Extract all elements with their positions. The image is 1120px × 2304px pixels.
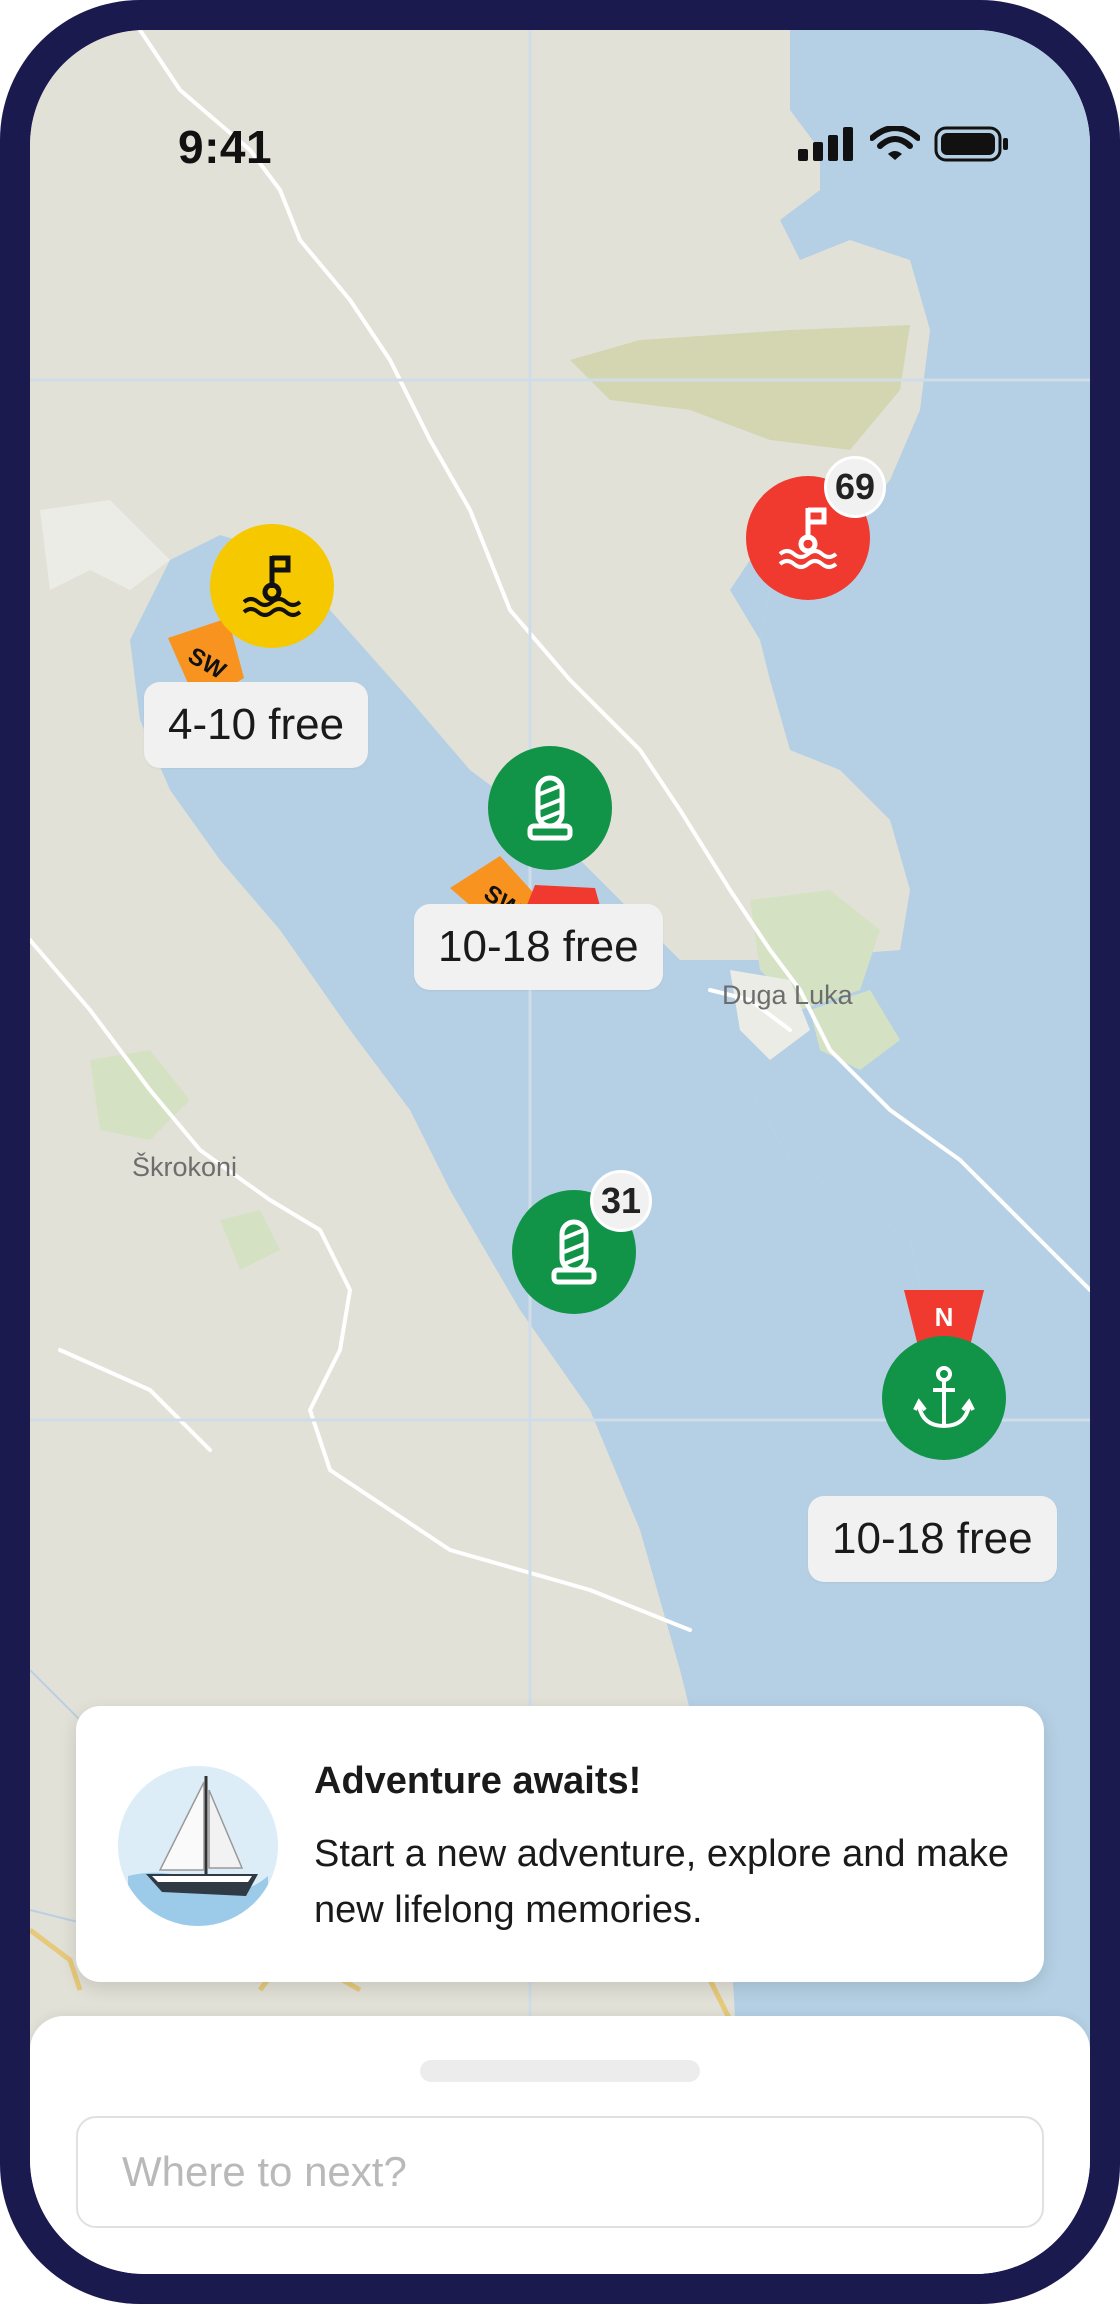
anchor-icon [913,1366,975,1429]
status-time: 9:41 [178,121,273,173]
place-label-duga-luka: Duga Luka [722,980,853,1010]
map-marker-marina-bollard[interactable] [488,746,612,870]
place-label-skrokoni: Škrokoni [132,1152,238,1182]
bottom-sheet [30,2016,1090,2274]
marker-count-badge: 69 [824,456,886,518]
mooring-buoy-icon [242,555,302,617]
free-berths-label: 10-18 free [808,1496,1057,1582]
search-input[interactable] [76,2116,1044,2228]
wifi-icon [870,126,920,160]
status-icons [798,126,1010,162]
promo-card[interactable]: Adventure awaits! Start a new adventure,… [76,1706,1044,1982]
bollard-icon [551,1219,597,1285]
bollard-icon [527,775,573,841]
free-berths-label: 10-18 free [414,904,663,990]
map-marker-mooring-buoy-yellow[interactable] [210,524,334,648]
screen: 9:41 Duga Luka Škrokoni SW 4-10 free 69 … [30,30,1090,2274]
free-berths-label: 4-10 free [144,682,369,768]
map-marker-anchorage[interactable] [882,1336,1006,1460]
sailboat-illustration [118,1766,278,1926]
sheet-drag-handle[interactable] [420,2060,700,2082]
battery-icon [934,126,1008,162]
marker-count-badge: 31 [590,1170,652,1232]
signal-icon [798,127,853,161]
promo-card-body: Start a new adventure, explore and make … [314,1833,1009,1931]
promo-card-title: Adventure awaits! [314,1760,642,1802]
wind-label-n: N [935,1302,954,1332]
mooring-buoy-icon [778,507,838,569]
phone-frame: 9:41 Duga Luka Škrokoni SW 4-10 free 69 … [0,0,1120,2304]
sailboat-icon [118,1766,278,1926]
